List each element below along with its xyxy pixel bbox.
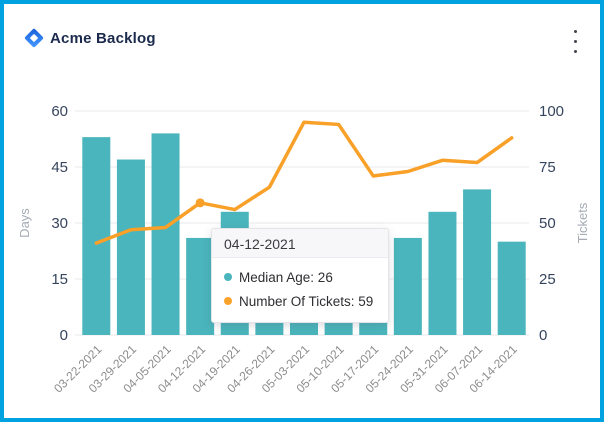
- median-age-bar[interactable]: [186, 238, 214, 335]
- tooltip-item-tickets: Number Of Tickets: 59: [224, 289, 376, 313]
- median-age-dot-icon: [224, 273, 232, 281]
- right-axis-tick: 100: [539, 103, 564, 120]
- hover-point-marker[interactable]: [196, 198, 205, 207]
- tickets-dot-icon: [224, 297, 232, 305]
- tooltip-title: 04-12-2021: [212, 229, 388, 258]
- median-age-bar[interactable]: [152, 133, 180, 335]
- left-axis-tick: 15: [51, 271, 68, 288]
- median-age-bar[interactable]: [117, 160, 145, 335]
- median-age-bar[interactable]: [428, 212, 456, 335]
- chart-tooltip: 04-12-2021 Median Age: 26 Number Of Tick…: [211, 228, 389, 323]
- right-axis-tick: 50: [539, 215, 556, 232]
- median-age-bar[interactable]: [394, 238, 422, 335]
- tooltip-body: Median Age: 26 Number Of Tickets: 59: [212, 258, 388, 322]
- median-age-bar[interactable]: [498, 242, 526, 335]
- left-axis-tick: 30: [51, 215, 68, 232]
- app-window: Acme Backlog 0153045600255075100DaysTick…: [0, 0, 604, 422]
- backlog-chart: 0153045600255075100DaysTickets03-22-2021…: [4, 4, 600, 418]
- left-axis-name: Days: [17, 208, 32, 238]
- left-axis-tick: 45: [51, 159, 68, 176]
- tooltip-item-median-age: Median Age: 26: [224, 265, 376, 289]
- right-axis-tick: 75: [539, 159, 556, 176]
- right-axis-tick: 0: [539, 327, 547, 344]
- left-axis-tick: 0: [60, 327, 68, 344]
- median-age-bar[interactable]: [82, 137, 110, 335]
- right-axis-tick: 25: [539, 271, 556, 288]
- median-age-bar[interactable]: [463, 189, 491, 335]
- left-axis-tick: 60: [51, 103, 68, 120]
- right-axis-name: Tickets: [575, 202, 590, 243]
